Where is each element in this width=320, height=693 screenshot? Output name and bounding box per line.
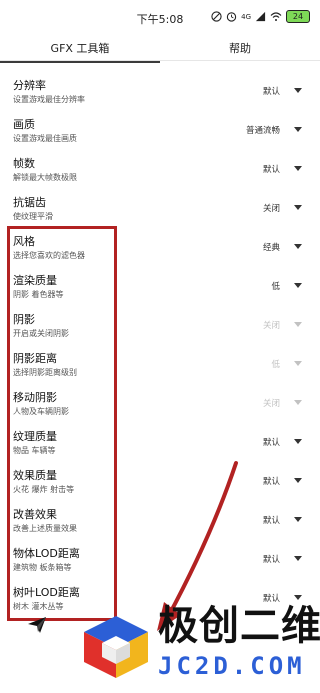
setting-shadow[interactable]: 阴影 开启或关闭阴影 关闭 — [0, 300, 320, 338]
setting-style[interactable]: 风格 选择您喜欢的滤色器 经典 — [0, 222, 320, 260]
setting-value[interactable]: 普通流畅 — [246, 124, 280, 136]
watermark-title: 极创二维 — [158, 603, 320, 649]
alarm-icon — [226, 12, 237, 22]
setting-desc: 物品 车辆等 — [13, 446, 56, 455]
setting-desc: 开启或关闭阴影 — [13, 329, 69, 338]
battery-icon: 24 — [286, 10, 310, 23]
tab-bar: GFX 工具箱 帮助 — [0, 34, 320, 63]
dropdown-arrow-icon[interactable] — [294, 478, 302, 483]
setting-value[interactable]: 经典 — [263, 241, 280, 253]
setting-desc: 选择您喜欢的滤色器 — [13, 251, 85, 260]
setting-title: 风格 — [13, 235, 35, 248]
setting-value[interactable]: 默认 — [263, 475, 280, 487]
jc2d-logo-icon — [84, 616, 148, 678]
do-not-disturb-icon — [211, 11, 222, 22]
setting-desc: 改善上述质量效果 — [13, 524, 77, 533]
setting-title: 阴影距离 — [13, 352, 57, 365]
setting-antialiasing[interactable]: 抗锯齿 使纹理平滑 关闭 — [0, 183, 320, 221]
setting-value: 关闭 — [262, 321, 280, 331]
dropdown-arrow-icon — [294, 361, 302, 366]
setting-value: 低 — [271, 360, 280, 370]
setting-fps[interactable]: 帧数 解锁最大帧数极限 默认 — [0, 144, 320, 182]
setting-value[interactable]: 默认 — [263, 436, 280, 448]
setting-desc: 解锁最大帧数极限 — [13, 173, 77, 182]
setting-value[interactable]: 默认 — [263, 85, 280, 97]
setting-desc: 设置游戏最佳分辨率 — [13, 95, 85, 104]
setting-value[interactable]: 默认 — [263, 553, 280, 565]
dropdown-arrow-icon[interactable] — [294, 595, 302, 600]
setting-value: 关闭 — [262, 399, 280, 409]
setting-title: 分辨率 — [13, 79, 46, 92]
setting-quality[interactable]: 画质 设置游戏最佳画质 普通流畅 — [0, 105, 320, 143]
setting-desc: 设置游戏最佳画质 — [13, 134, 77, 143]
dropdown-arrow-icon[interactable] — [294, 439, 302, 444]
status-icons: 4G 24 — [211, 10, 310, 23]
setting-title: 树叶LOD距离 — [13, 586, 80, 599]
setting-title: 阴影 — [13, 313, 35, 326]
dropdown-arrow-icon[interactable] — [294, 517, 302, 522]
setting-title: 画质 — [13, 118, 35, 131]
setting-value[interactable]: 关闭 — [263, 202, 280, 214]
setting-value[interactable]: 默认 — [263, 514, 280, 526]
dropdown-arrow-icon — [294, 400, 302, 405]
setting-render-quality[interactable]: 渲染质量 阴影 着色器等 低 — [0, 261, 320, 299]
setting-moving-shadow[interactable]: 移动阴影 人物及车辆阴影 关闭 — [0, 378, 320, 416]
tab-gfx-toolbox[interactable]: GFX 工具箱 — [0, 40, 160, 63]
signal-icon — [255, 11, 266, 22]
dropdown-arrow-icon — [294, 322, 302, 327]
watermark-domain: JC2D.COM — [158, 652, 306, 680]
dropdown-arrow-icon[interactable] — [294, 88, 302, 93]
dropdown-arrow-icon[interactable] — [294, 205, 302, 210]
signal-label: 4G — [241, 12, 251, 21]
setting-title: 改善效果 — [13, 508, 57, 521]
dropdown-arrow-icon[interactable] — [294, 283, 302, 288]
wifi-icon — [270, 12, 282, 21]
setting-title: 移动阴影 — [13, 391, 57, 404]
setting-title: 帧数 — [13, 157, 35, 170]
setting-title: 物体LOD距离 — [13, 547, 80, 560]
setting-resolution[interactable]: 分辨率 设置游戏最佳分辨率 默认 — [0, 66, 320, 104]
tab-help[interactable]: 帮助 — [160, 40, 320, 56]
setting-title: 效果质量 — [13, 469, 57, 482]
setting-shadow-distance[interactable]: 阴影距离 选择阴影距离级别 低 — [0, 339, 320, 377]
dropdown-arrow-icon[interactable] — [294, 127, 302, 132]
setting-texture-quality[interactable]: 纹理质量 物品 车辆等 默认 — [0, 417, 320, 455]
setting-desc: 火花 爆炸 射击等 — [13, 485, 75, 494]
setting-desc: 使纹理平滑 — [13, 212, 53, 221]
status-bar: 下午5:08 4G 24 — [0, 0, 320, 34]
setting-title: 渲染质量 — [13, 274, 57, 287]
setting-desc: 树木 灌木丛等 — [13, 602, 64, 611]
setting-value[interactable]: 低 — [271, 280, 280, 292]
dropdown-arrow-icon[interactable] — [294, 556, 302, 561]
send-icon[interactable] — [27, 616, 47, 634]
setting-desc: 建筑物 板条箱等 — [13, 563, 72, 572]
setting-title: 抗锯齿 — [13, 196, 46, 209]
dropdown-arrow-icon[interactable] — [294, 244, 302, 249]
setting-title: 纹理质量 — [13, 430, 57, 443]
setting-desc: 阴影 着色器等 — [13, 290, 64, 299]
setting-desc: 选择阴影距离级别 — [13, 368, 77, 377]
setting-desc: 人物及车辆阴影 — [13, 407, 69, 416]
setting-value[interactable]: 默认 — [263, 163, 280, 175]
dropdown-arrow-icon[interactable] — [294, 166, 302, 171]
